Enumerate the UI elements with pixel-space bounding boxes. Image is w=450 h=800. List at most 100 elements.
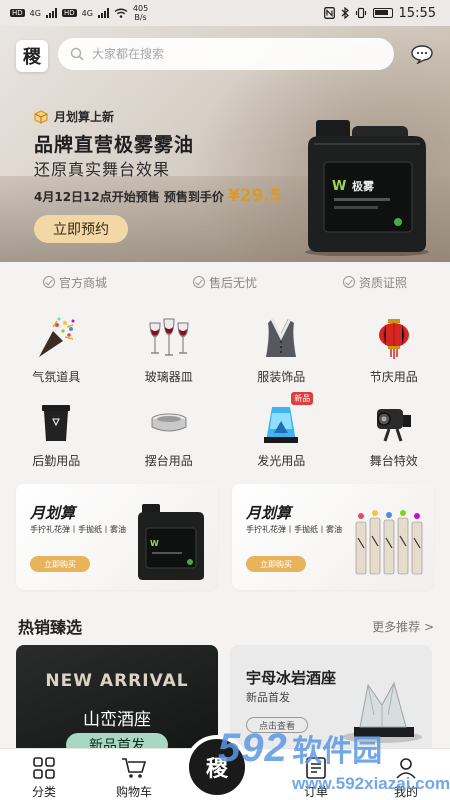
nfc-icon xyxy=(323,7,335,19)
order-icon xyxy=(306,757,326,779)
status-bar: HD 4G HD 4G 405 B/s 15:55 xyxy=(0,0,450,26)
check-circle-icon xyxy=(42,276,55,288)
net-speed: 405 B/s xyxy=(133,4,148,22)
category-glassware[interactable]: 玻璃器皿 xyxy=(113,314,226,398)
box-icon xyxy=(34,109,48,124)
tab-category[interactable]: 分类 xyxy=(4,755,84,800)
category-label: 发光用品 xyxy=(257,454,306,468)
promo-tag: 月划算上新 xyxy=(34,108,114,125)
signal-icon-2 xyxy=(97,8,109,18)
hero-banner[interactable]: 稷 月划算上新 品牌直营极雾雾油 还原真实舞台效果 4月12日12点开始预售 预… xyxy=(0,26,450,262)
buy-now-button[interactable]: 立即购买 xyxy=(30,556,90,572)
tab-cart[interactable]: 购物车 xyxy=(94,755,174,800)
category-label: 节庆用品 xyxy=(369,370,418,384)
promo-subtitle: 还原真实舞台效果 xyxy=(34,160,171,179)
service-label: 售后无忧 xyxy=(208,275,257,290)
category-label: 气氛道具 xyxy=(32,370,81,384)
featured-card-title: 宇母冰岩酒座 xyxy=(246,669,337,687)
confetti-cone-icon xyxy=(39,317,75,357)
fog-oil-jug-thumbnail: W xyxy=(138,504,204,580)
tab-profile[interactable]: 我的 xyxy=(366,755,446,800)
fog-oil-jug-image: W 极雾 xyxy=(305,120,429,256)
chat-bubble-icon[interactable] xyxy=(410,44,434,64)
net-speed-value: 405 xyxy=(132,4,149,13)
category-label: 服装饰品 xyxy=(257,370,306,384)
featured-card-ice-rock-seat[interactable]: 宇母冰岩酒座 新品首发 点击查看 xyxy=(230,645,432,755)
search-icon xyxy=(70,47,84,61)
tab-label: 订单 xyxy=(303,785,328,799)
ashtray-icon xyxy=(151,413,187,432)
hd-label: HD xyxy=(10,9,25,17)
wine-glasses-icon xyxy=(149,318,189,356)
signal-icon xyxy=(45,8,57,18)
tab-label: 分类 xyxy=(31,785,56,799)
service-guarantees: 官方商城 售后无忧 资质证照 xyxy=(0,262,450,302)
net-speed-unit: B/s xyxy=(134,13,147,22)
category-label: 后勤用品 xyxy=(32,454,81,468)
section-title: 热销臻选 xyxy=(18,618,83,637)
featured-card-subtitle: 新品首发 xyxy=(246,691,290,704)
jug-brand: 极雾 xyxy=(352,179,375,193)
category-apparel[interactable]: 服装饰品 xyxy=(225,314,338,398)
check-circle-icon xyxy=(342,276,355,288)
bluetooth-icon xyxy=(341,7,349,19)
service-license: 资质证照 xyxy=(342,274,407,291)
promo-card-subtitle: 手拧礼花弹丨手抛纸丨雾油 xyxy=(246,525,342,534)
promo-tag-text: 月划算上新 xyxy=(54,110,115,124)
search-bar[interactable] xyxy=(58,38,394,70)
confetti-tubes-image xyxy=(355,510,423,575)
hd-label-2: HD xyxy=(61,9,77,17)
promo-card-fog-oil[interactable]: 月划算 手拧礼花弹丨手抛纸丨雾油 立即购买 W xyxy=(16,484,218,590)
category-tableware[interactable]: 摆台用品 xyxy=(113,398,226,482)
service-aftersale: 售后无忧 xyxy=(192,274,257,291)
category-atmosphere-props[interactable]: 气氛道具 xyxy=(0,314,113,398)
new-arrival-banner: NEW ARRIVAL xyxy=(45,671,189,691)
grid-icon xyxy=(33,757,55,779)
category-label: 舞台特效 xyxy=(369,454,418,468)
presale-line: 4月12日12点开始预售 预售到手价 ¥29.5 xyxy=(34,186,282,206)
service-official: 官方商城 xyxy=(42,274,107,291)
featured-card-title: 山峦酒座 xyxy=(83,710,151,730)
category-logistics[interactable]: 后勤用品 xyxy=(0,398,113,482)
vest-icon xyxy=(266,318,297,357)
clock: 15:55 xyxy=(398,5,436,21)
buy-now-button[interactable]: 立即购买 xyxy=(246,556,306,572)
promo-card-title: 月划算 xyxy=(30,504,76,522)
home-logo-icon[interactable]: 稷 xyxy=(185,735,249,799)
more-recommend-link[interactable]: 更多推荐 > xyxy=(372,618,434,635)
category-label: 摆台用品 xyxy=(144,454,193,468)
svg-text:W: W xyxy=(332,179,346,194)
profile-icon xyxy=(396,758,416,779)
network-label-2: 4G xyxy=(81,8,93,18)
category-festival[interactable]: 节庆用品 xyxy=(338,314,450,398)
cart-icon xyxy=(122,758,147,778)
stage-projector-icon xyxy=(376,409,411,442)
tab-orders[interactable]: 订单 xyxy=(276,755,356,800)
glow-display-icon xyxy=(264,407,299,443)
wifi-icon xyxy=(114,8,128,18)
tab-label: 购物车 xyxy=(115,785,152,799)
red-lantern-icon xyxy=(378,319,409,359)
network-label: 4G xyxy=(29,8,41,18)
view-button[interactable]: 点击查看 xyxy=(246,717,308,733)
trash-bin-icon xyxy=(42,405,71,441)
new-badge: 新品 xyxy=(291,392,314,405)
svg-text:W: W xyxy=(150,539,159,548)
tab-label: 我的 xyxy=(393,785,418,799)
category-stage-effects[interactable]: 舞台特效 xyxy=(338,398,450,482)
promo-card-confetti[interactable]: 月划算 手拧礼花弹丨手抛纸丨雾油 立即购买 xyxy=(232,484,434,590)
presale-text: 4月12日12点开始预售 预售到手价 xyxy=(34,190,224,204)
featured-card-mountain-seat[interactable]: NEW ARRIVAL 山峦酒座 新品首发 xyxy=(16,645,218,755)
category-glow[interactable]: 新品 发光用品 xyxy=(225,392,338,482)
hot-section-header: 热销臻选 更多推荐 > xyxy=(18,614,434,638)
promo-card-title: 月划算 xyxy=(246,504,292,522)
service-label: 资质证照 xyxy=(358,275,407,290)
search-input[interactable] xyxy=(92,47,372,61)
app-logo[interactable]: 稷 xyxy=(16,40,48,72)
service-label: 官方商城 xyxy=(58,275,107,290)
reserve-button[interactable]: 立即预约 xyxy=(34,215,128,243)
category-label: 玻璃器皿 xyxy=(144,370,193,384)
ice-rock-seat-image xyxy=(342,681,422,743)
vibrate-icon xyxy=(355,7,366,19)
presale-price: ¥29.5 xyxy=(227,186,282,206)
